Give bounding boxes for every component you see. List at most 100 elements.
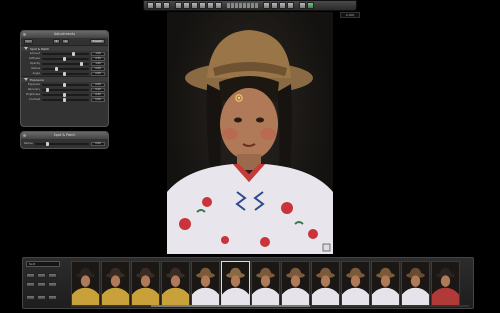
- filmstrip-thumbnail[interactable]: [371, 261, 400, 306]
- new-project-button[interactable]: [175, 2, 182, 9]
- section-title: Exposure: [30, 77, 44, 82]
- param-value-field[interactable]: 0.00: [91, 97, 105, 102]
- close-icon[interactable]: [23, 33, 26, 36]
- red-eye-icon[interactable]: [243, 3, 246, 8]
- exposure-slider[interactable]: [42, 82, 89, 87]
- unstack-button[interactable]: [37, 295, 46, 300]
- slider-knob[interactable]: [63, 97, 67, 102]
- filmstrip-thumbnail[interactable]: [221, 261, 250, 306]
- fullscreen-button[interactable]: [271, 2, 278, 9]
- param-value-field[interactable]: 1.00: [91, 61, 105, 66]
- slider-knob[interactable]: [63, 82, 67, 87]
- radius-slider[interactable]: [34, 141, 89, 146]
- slider-knob[interactable]: [63, 71, 67, 76]
- filmstrip-thumbnail[interactable]: [431, 261, 460, 306]
- view-toggle-button[interactable]: [307, 2, 314, 9]
- param-value-field[interactable]: 0.00: [91, 66, 105, 71]
- email-button[interactable]: [279, 2, 286, 9]
- amount-slider[interactable]: [42, 51, 89, 56]
- recovery-slider[interactable]: [42, 87, 89, 92]
- book-button[interactable]: [199, 2, 206, 9]
- import-button[interactable]: [215, 2, 222, 9]
- rotate-right-icon[interactable]: [231, 3, 234, 8]
- param-value-field[interactable]: 0.00: [91, 82, 105, 87]
- param-label: Exposure: [27, 83, 40, 86]
- param-value-field[interactable]: 0.50: [91, 56, 105, 61]
- collapse-button[interactable]: ▾: [52, 39, 61, 44]
- crop-icon[interactable]: [239, 3, 242, 8]
- slider-knob[interactable]: [63, 92, 67, 97]
- filmstrip-thumbnail[interactable]: [341, 261, 370, 306]
- slider-knob[interactable]: [54, 66, 58, 71]
- param-label: Softness: [28, 57, 40, 60]
- brightness-slider[interactable]: [42, 92, 89, 97]
- slider-knob[interactable]: [71, 51, 75, 56]
- angle-slider[interactable]: [42, 71, 89, 76]
- loupe-button[interactable]: [263, 2, 270, 9]
- radius-param: Radius 0.00: [21, 139, 108, 148]
- search-button[interactable]: [48, 273, 57, 278]
- slider-knob[interactable]: [63, 56, 67, 61]
- browser-view-button[interactable]: [147, 2, 154, 9]
- param-value-field[interactable]: 0.00: [91, 87, 105, 92]
- webpage-button[interactable]: [207, 2, 214, 9]
- straighten-icon[interactable]: [235, 3, 238, 8]
- radius-slider[interactable]: [42, 66, 89, 71]
- new-album-button[interactable]: [183, 2, 190, 9]
- stack-button[interactable]: [26, 295, 35, 300]
- histogram-toggle-button[interactable]: —: [24, 39, 33, 44]
- hud-title: Adjustments: [53, 32, 76, 36]
- presets-button[interactable]: Presets: [89, 39, 106, 44]
- slider-knob[interactable]: [80, 61, 84, 66]
- filmstrip-scrollbar[interactable]: [71, 305, 469, 307]
- hud-title-bar[interactable]: Spot & Patch: [21, 132, 108, 139]
- spot-patch-icon[interactable]: [247, 3, 250, 8]
- filmstrip-thumbnail[interactable]: [281, 261, 310, 306]
- expand-button[interactable]: ▴: [62, 39, 70, 44]
- main-photo-viewer[interactable]: [167, 12, 333, 254]
- filmstrip-thumbnail[interactable]: [251, 261, 280, 306]
- param-label: Opacity: [30, 62, 40, 65]
- hud-title-bar[interactable]: Adjustments: [21, 31, 108, 38]
- param-value-field[interactable]: 1.00: [91, 51, 105, 56]
- lift-stamp-icon[interactable]: [251, 3, 254, 8]
- filmstrip-thumbnail[interactable]: [161, 261, 190, 306]
- filmstrip-thumbnail[interactable]: [311, 261, 340, 306]
- rating-button[interactable]: [26, 282, 35, 287]
- softness-slider[interactable]: [42, 56, 89, 61]
- opacity-slider[interactable]: [42, 61, 89, 66]
- close-icon[interactable]: [23, 134, 26, 137]
- viewer-button[interactable]: [163, 2, 170, 9]
- filmstrip-thumbnail[interactable]: [401, 261, 430, 306]
- split-view-button[interactable]: [155, 2, 162, 9]
- label-button[interactable]: [48, 282, 57, 287]
- slider-knob[interactable]: [46, 87, 50, 92]
- disclosure-triangle-icon[interactable]: [24, 47, 28, 50]
- radius-value-field[interactable]: 0.00: [91, 141, 105, 146]
- flag-button[interactable]: [37, 282, 46, 287]
- filmstrip-thumbnail[interactable]: [71, 261, 100, 306]
- rotate-left-icon[interactable]: [227, 3, 230, 8]
- info-button[interactable]: [48, 295, 57, 300]
- light-table-button[interactable]: [191, 2, 198, 9]
- param-label: Amount: [29, 52, 40, 55]
- zoom-out-button[interactable]: [26, 273, 35, 278]
- web-publish-button[interactable]: [287, 2, 294, 9]
- zoom-in-button[interactable]: [37, 273, 46, 278]
- contrast-slider[interactable]: [42, 97, 89, 102]
- param-label: Recovery: [27, 88, 40, 91]
- section-title: Spot & Patch: [30, 46, 50, 51]
- filmstrip-thumbnail[interactable]: [101, 261, 130, 306]
- disclosure-triangle-icon[interactable]: [24, 78, 28, 81]
- portrait-image: [167, 30, 333, 254]
- hud-button[interactable]: [299, 2, 306, 9]
- filmstrip-controls: Sort: [26, 261, 68, 307]
- param-value-field[interactable]: 0.00: [91, 71, 105, 76]
- filmstrip-thumbnail[interactable]: [191, 261, 220, 306]
- param-label: Radius: [31, 67, 40, 70]
- param-value-field[interactable]: 0.00: [91, 92, 105, 97]
- main-toolbar: [143, 0, 357, 11]
- selection-icon[interactable]: [255, 3, 258, 8]
- sort-dropdown[interactable]: Sort: [26, 261, 60, 267]
- filmstrip-thumbnail[interactable]: [131, 261, 160, 306]
